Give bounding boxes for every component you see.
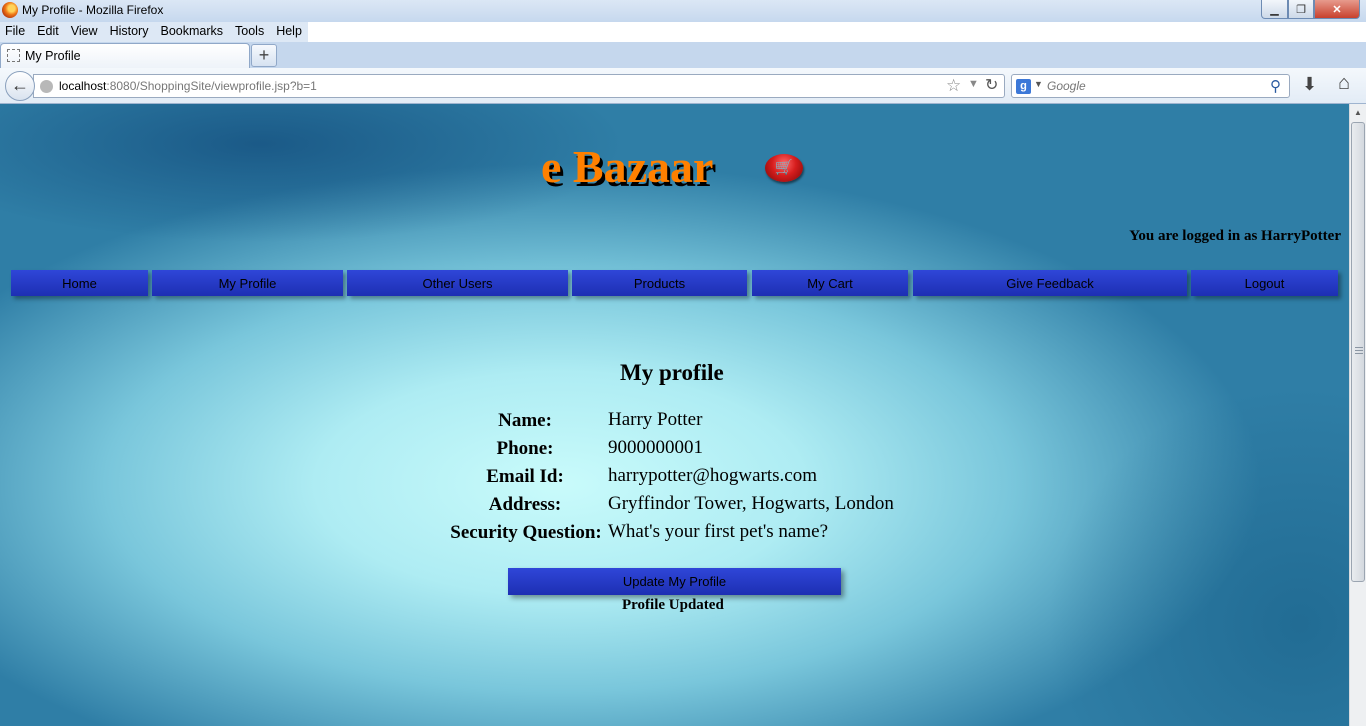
url-path: :8080/ShoppingSite/viewprofile.jsp?b=1 [106, 79, 317, 93]
nav-home-button[interactable]: Home [11, 270, 148, 296]
nav-give-feedback-button[interactable]: Give Feedback [913, 270, 1187, 296]
address-value: Gryffindor Tower, Hogwarts, London [608, 493, 894, 514]
magnifier-icon[interactable]: ⚲ [1270, 77, 1281, 95]
reload-icon[interactable]: ↻ [985, 75, 998, 95]
google-engine-icon[interactable]: g [1016, 79, 1031, 94]
nav-products-button[interactable]: Products [572, 270, 747, 296]
page-viewport: e Bazaar 🛒 You are logged in as HarryPot… [0, 104, 1349, 726]
vertical-scrollbar[interactable]: ▲ [1349, 104, 1366, 726]
email-value: harrypotter@hogwarts.com [608, 465, 818, 486]
update-profile-button[interactable]: Update My Profile [508, 568, 841, 595]
menu-view[interactable]: View [65, 22, 104, 42]
url-bar[interactable]: localhost:8080/ShoppingSite/viewprofile.… [33, 74, 1005, 98]
minimize-button[interactable]: ▁ [1261, 0, 1288, 19]
menu-bar: File Edit View History Bookmarks Tools H… [0, 22, 308, 42]
name-label: Name: [498, 410, 552, 431]
scroll-up-arrow-icon[interactable]: ▲ [1350, 104, 1366, 121]
nav-my-cart-button[interactable]: My Cart [752, 270, 908, 296]
scrollbar-grip-icon [1355, 347, 1363, 354]
history-dropdown-icon[interactable]: ▼ [968, 78, 979, 90]
maximize-button[interactable]: ❐ [1288, 0, 1314, 19]
tab-strip: My Profile + [0, 42, 1366, 68]
back-arrow-icon[interactable]: ← [5, 71, 35, 101]
status-message: Profile Updated [622, 597, 724, 613]
logged-in-status: You are logged in as HarryPotter [1129, 228, 1341, 244]
tab-label: My Profile [25, 49, 81, 63]
nav-other-users-button[interactable]: Other Users [347, 270, 568, 296]
name-value: Harry Potter [608, 409, 703, 430]
window-title: My Profile - Mozilla Firefox [22, 3, 164, 17]
menu-help[interactable]: Help [270, 22, 308, 42]
search-bar[interactable]: g ▼ Google ⚲ [1011, 74, 1290, 98]
navigation-toolbar: localhost:8080/ShoppingSite/viewprofile.… [0, 68, 1366, 104]
url-host: localhost [59, 79, 107, 93]
close-window-button[interactable]: ✕ [1314, 0, 1360, 19]
new-tab-button[interactable]: + [251, 44, 277, 67]
tab-my-profile[interactable]: My Profile [0, 43, 250, 68]
address-label: Address: [488, 494, 562, 515]
security-question-value: What's your first pet's name? [608, 521, 829, 542]
url-text[interactable]: localhost:8080/ShoppingSite/viewprofile.… [59, 79, 317, 93]
menu-bookmarks[interactable]: Bookmarks [154, 22, 229, 42]
scrollbar-thumb[interactable] [1351, 122, 1365, 582]
menu-history[interactable]: History [104, 22, 155, 42]
phone-label: Phone: [496, 438, 554, 459]
menu-edit[interactable]: Edit [31, 22, 65, 42]
phone-value: 9000000001 [608, 437, 703, 458]
page-title: My profile [620, 360, 724, 385]
search-input[interactable]: Google [1047, 79, 1086, 93]
engine-dropdown-icon[interactable]: ▼ [1034, 79, 1043, 89]
home-icon[interactable]: ⌂ [1338, 72, 1350, 95]
globe-icon [40, 80, 53, 93]
nav-logout-button[interactable]: Logout [1191, 270, 1338, 296]
firefox-logo-icon [2, 2, 18, 18]
download-arrow-icon[interactable]: ⬇ [1302, 74, 1317, 95]
shopping-cart-icon: 🛒 [765, 154, 803, 182]
window-title-bar: My Profile - Mozilla Firefox ▁ ❐ ✕ [0, 0, 1366, 22]
menu-tools[interactable]: Tools [229, 22, 270, 42]
menu-file[interactable]: File [0, 22, 31, 42]
star-icon[interactable]: ☆ [946, 76, 961, 96]
email-label: Email Id: [486, 466, 564, 487]
site-logo: e Bazaar [541, 141, 714, 192]
page-favicon-icon [7, 49, 20, 62]
nav-my-profile-button[interactable]: My Profile [152, 270, 343, 296]
security-question-label: Security Question: [450, 522, 602, 543]
